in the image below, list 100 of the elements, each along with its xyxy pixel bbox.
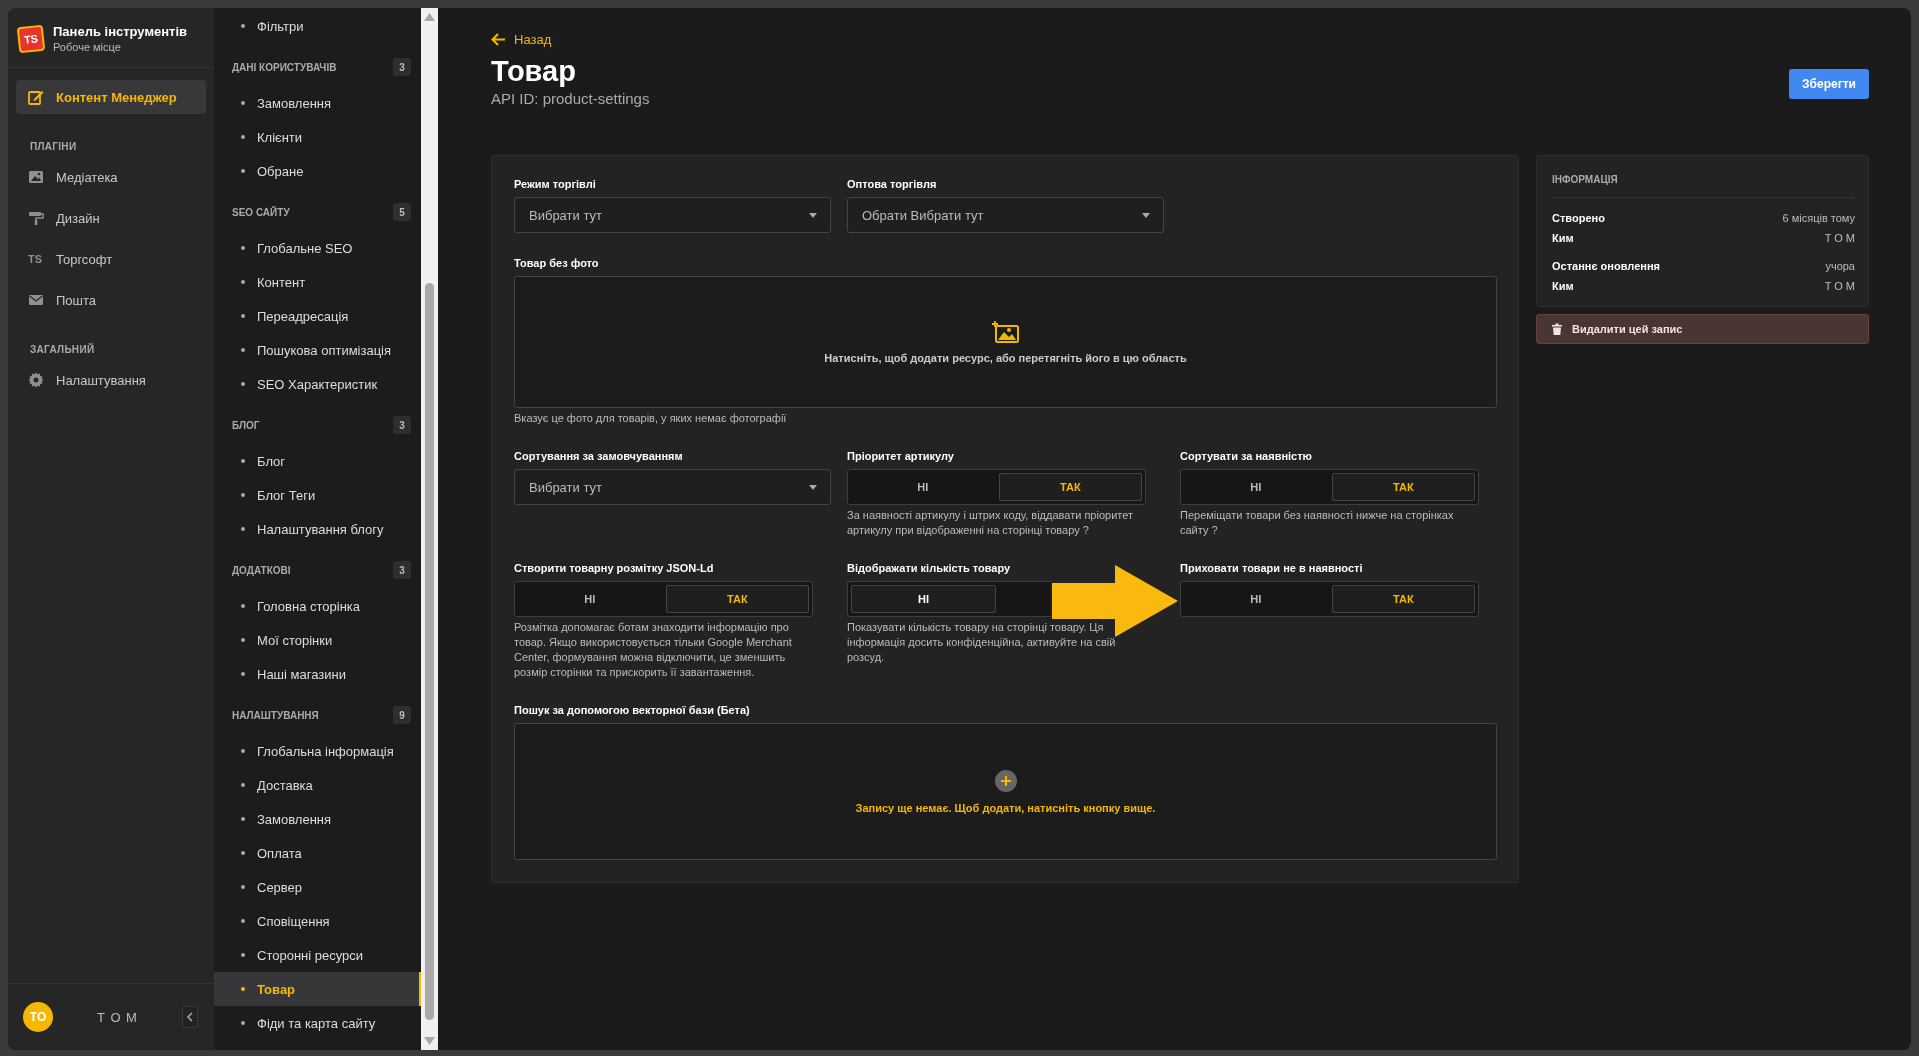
nav-item[interactable]: SEO Характеристик [214, 367, 421, 401]
select-field[interactable]: Вибрати тут [514, 197, 831, 233]
page-title: Товар [491, 55, 577, 88]
count-badge: 3 [393, 416, 411, 434]
nav-item[interactable]: Наші магазини [214, 657, 421, 691]
toggle-option[interactable]: НІ [518, 585, 662, 613]
panel-heading: ІНФОРМАЦІЯ [1552, 174, 1855, 198]
chevron-left-icon [186, 1012, 194, 1022]
upload-area[interactable]: Натисніть, щоб додати ресурс, або перетягніть його в цю область [514, 276, 1497, 408]
field-label: Товар без фото [514, 257, 600, 269]
add-icon[interactable] [994, 769, 1017, 792]
group-heading: SEO САЙТУ [232, 206, 290, 218]
sidebar-item[interactable]: Дизайн [16, 201, 206, 235]
sidebar-item[interactable]: Контент Менеджер [16, 80, 206, 114]
toggle-option[interactable]: НІ [851, 585, 996, 613]
image-icon [28, 169, 44, 185]
section-heading: ЗАГАЛЬНИЙ [29, 342, 96, 357]
toggle-option[interactable]: НІ [1184, 473, 1328, 501]
paint-roller-icon [28, 210, 44, 226]
nav-item[interactable]: Доставка [214, 768, 421, 802]
field-label: Режим торгівлі [514, 178, 597, 190]
group-heading: ДОДАТКОВІ [232, 564, 291, 576]
caret-icon [809, 213, 817, 218]
toggle-option[interactable]: ТАК [998, 473, 1142, 501]
add-image-icon [991, 320, 1020, 344]
arrow-left-icon [491, 33, 506, 46]
field-label: Створити товарну розмітку JSON-Ld [514, 562, 715, 574]
count-badge: 3 [393, 58, 411, 76]
logo-icon: TS [16, 24, 46, 53]
count-badge: 3 [393, 561, 411, 579]
nav-item[interactable]: Оплата [214, 836, 421, 870]
nav-item[interactable]: Головна сторінка [214, 589, 421, 623]
field-label: Пошук за допомогою векторної бази (Бета) [514, 704, 751, 716]
field-hint: За наявності артикулу і штрих коду, віддавати пріоритет артикулу при відображенні на сторінці товару ? [847, 508, 1134, 538]
toggle-option[interactable]: ТАК [1331, 473, 1475, 501]
caret-icon [1142, 213, 1150, 218]
api-id: API ID: product-settings [491, 90, 650, 107]
nav-item[interactable]: Глобальна інформація [214, 734, 421, 768]
info-value: 6 місяців тому [1782, 212, 1855, 224]
sidebar-item[interactable]: Налаштування [16, 363, 206, 397]
nav-item[interactable]: Клієнти [214, 120, 421, 154]
sidebar-item[interactable]: TS Торгсофт [16, 242, 206, 276]
field-label: Сортувати за наявністю [1180, 450, 1313, 462]
nav-item[interactable]: Обране [214, 154, 421, 188]
toggle-option[interactable]: ТАК [665, 585, 809, 613]
caret-icon [809, 485, 817, 490]
info-label: Ким [1552, 280, 1574, 292]
select-field[interactable]: Обрати Вибрати тут [847, 197, 1164, 233]
count-badge: 9 [393, 706, 411, 724]
toggle-switch[interactable]: НІ [847, 581, 1051, 617]
scroll-up-icon[interactable] [424, 13, 435, 21]
edit-icon [28, 89, 44, 105]
toggle-switch[interactable]: НІ ТАК [1180, 469, 1479, 505]
toggle-option[interactable]: ТАК [1331, 585, 1475, 613]
toggle-switch[interactable]: НІ ТАК [847, 469, 1146, 505]
sidebar-item[interactable]: Пошта [16, 283, 206, 317]
app-title: Панель інструментів [53, 24, 188, 39]
info-value: T O M [1824, 280, 1855, 292]
field-hint: Переміщати товари без наявності нижче на сторінках сайту ? [1180, 508, 1455, 538]
select-field[interactable]: Вибрати тут [514, 469, 831, 505]
mail-icon [28, 292, 44, 308]
nav-item[interactable]: Замовлення [214, 802, 421, 836]
nav-item[interactable]: Контент [214, 265, 421, 299]
info-label: Ким [1552, 232, 1574, 244]
info-label: Останнє оновлення [1552, 260, 1660, 272]
nav-item[interactable]: Замовлення [214, 86, 421, 120]
toggle-switch[interactable]: НІ ТАК [514, 581, 813, 617]
toggle-option[interactable]: НІ [851, 473, 995, 501]
section-heading: ПЛАГІНИ [29, 140, 78, 154]
field-label: Сортування за замовчуванням [514, 450, 684, 462]
upload-instruction: Натисніть, щоб додати ресурс, або перетягніть його в цю область [824, 352, 1187, 364]
nav-item[interactable]: Фіди та карта сайту [214, 1006, 421, 1040]
nav-item[interactable]: Товар [214, 972, 421, 1006]
nav-item[interactable]: Переадресація [214, 299, 421, 333]
nav-item[interactable]: Блог Теги [214, 478, 421, 512]
brand-icon: TS [28, 253, 44, 265]
nav-item[interactable]: Сторонні ресурси [214, 938, 421, 972]
sidebar-item[interactable]: Медіатека [16, 160, 206, 194]
collapse-button[interactable] [182, 1006, 198, 1028]
group-heading: БЛОГ [232, 419, 260, 431]
field-label: Пріоритет артикулу [847, 450, 955, 462]
nav-item[interactable]: Пошукова оптимізація [214, 333, 421, 367]
scroll-down-icon[interactable] [424, 1037, 435, 1045]
nav-item[interactable]: Фільтри [214, 9, 421, 43]
info-value: T O M [1824, 232, 1855, 244]
nav-item[interactable]: Блог [214, 444, 421, 478]
count-badge: 5 [393, 203, 411, 221]
scrollbar-thumb[interactable] [425, 283, 434, 1020]
trash-icon [1552, 323, 1562, 335]
nav-item[interactable]: Налаштування блогу [214, 512, 421, 546]
back-link[interactable]: Назад [491, 32, 552, 47]
nav-item[interactable]: Сервер [214, 870, 421, 904]
nav-item[interactable]: Глобальне SEO [214, 231, 421, 265]
toggle-switch[interactable]: НІ ТАК [1180, 581, 1479, 617]
delete-button[interactable]: Видалити цей запис [1536, 314, 1869, 344]
field-label: Приховати товари не в наявності [1180, 562, 1364, 574]
scrollbar[interactable] [421, 8, 438, 1050]
nav-item[interactable]: Мої сторінки [214, 623, 421, 657]
nav-item[interactable]: Сповіщення [214, 904, 421, 938]
toggle-option[interactable]: НІ [1184, 585, 1328, 613]
